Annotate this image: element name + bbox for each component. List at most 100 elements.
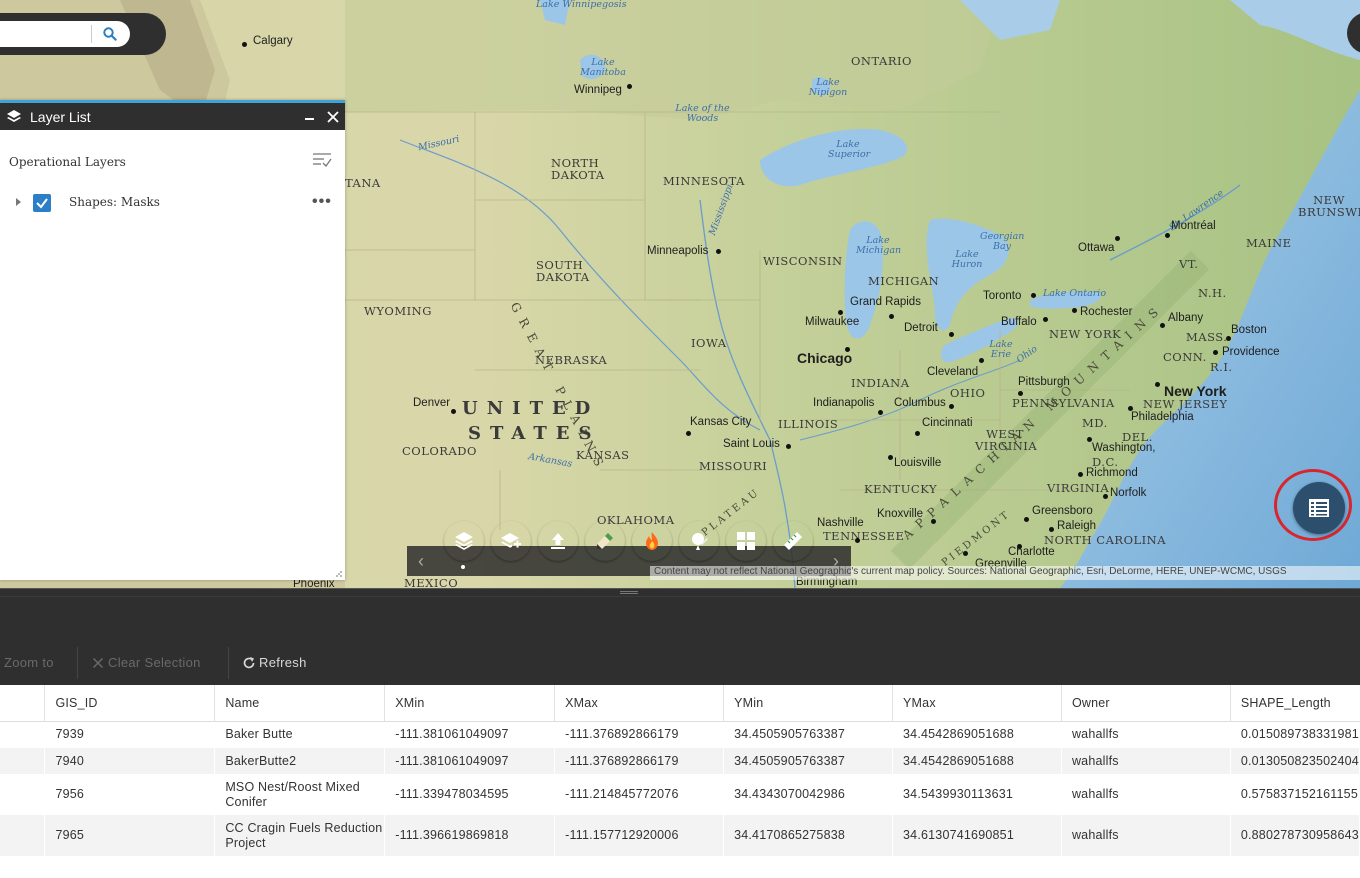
- layer-visibility-checkbox[interactable]: [33, 194, 51, 212]
- widget-button-draw[interactable]: [585, 521, 625, 561]
- map-label-state: CONN.: [1163, 350, 1207, 364]
- refresh-label: Refresh: [259, 655, 307, 670]
- map-label-city: Boston: [1231, 324, 1267, 336]
- draw-icon: [597, 533, 613, 549]
- column-header[interactable]: YMax: [892, 685, 1062, 722]
- layer-name: Shapes: Masks: [69, 195, 160, 209]
- map-label-city: Toronto: [983, 290, 1022, 302]
- table-cell: 7965: [55, 828, 85, 842]
- check-icon: [36, 198, 48, 209]
- map-label-city: Montréal: [1171, 220, 1216, 232]
- layer-row[interactable]: Shapes: Masks •••: [0, 191, 345, 215]
- table-cell: 34.4170865275838: [734, 828, 846, 842]
- widget-button-basemap[interactable]: [726, 521, 766, 561]
- map-label-state: N.H.: [1198, 286, 1227, 300]
- row-selector[interactable]: [0, 748, 45, 774]
- map-label-state: MEXICO: [404, 576, 459, 588]
- table-cell: -111.376892866179: [565, 753, 679, 768]
- map-view[interactable]: Lake Winnipegosis Lake Manitoba Lake of …: [0, 0, 1360, 588]
- attribute-table-button[interactable]: [1293, 482, 1345, 534]
- row-selector[interactable]: [0, 721, 45, 748]
- close-button[interactable]: [321, 105, 345, 129]
- layer-options-button[interactable]: [312, 151, 332, 174]
- table-row[interactable]: 7956 MSO Nest/Roost Mixed Conifer -111.3…: [0, 774, 1360, 815]
- widget-button-add-data[interactable]: [491, 521, 531, 561]
- map-label-water: Lake Erie: [989, 339, 1013, 360]
- map-label-state: INDIANA: [851, 376, 910, 390]
- map-label-city: Minneapolis: [647, 245, 709, 257]
- more-options-button[interactable]: •••: [312, 193, 332, 211]
- search-box: [0, 21, 130, 47]
- pencil-pin-icon: [692, 533, 708, 550]
- map-label-city: Nashville: [817, 517, 864, 529]
- attribute-table-toolbar: Zoom to Clear Selection Refresh: [0, 596, 1360, 685]
- refresh-button[interactable]: Refresh: [242, 655, 307, 670]
- table-cell: Baker Butte: [225, 727, 293, 742]
- map-label-city: Chicago: [797, 350, 853, 366]
- map-label-state: NORTH CAROLINA: [1044, 533, 1167, 547]
- search-input[interactable]: [0, 24, 88, 44]
- map-label-city: New York: [1164, 383, 1227, 399]
- search-widget: [0, 13, 166, 55]
- table-cell: 34.4542869051688: [903, 753, 1014, 768]
- row-selector[interactable]: [0, 815, 45, 856]
- table-cell: wahallfs: [1071, 828, 1119, 842]
- layer-list-header: Layer List: [0, 103, 345, 130]
- table-header-row: GIS_ID Name XMin XMax YMin YMax Owner SH…: [0, 685, 1360, 722]
- search-button[interactable]: [96, 24, 124, 44]
- table-cell: 34.4505905763387: [734, 753, 846, 768]
- widget-button-layer-list[interactable]: [444, 521, 484, 561]
- map-label-city: Kansas City: [690, 416, 752, 428]
- table-cell: -111.339478034595: [395, 787, 509, 801]
- row-selector[interactable]: [0, 774, 45, 815]
- table-row[interactable]: 7939 Baker Butte -111.381061049097 -111.…: [0, 721, 1360, 748]
- expand-icon[interactable]: [16, 198, 21, 206]
- table-row[interactable]: 7940 BakerButte2 -111.381061049097 -111.…: [0, 748, 1360, 774]
- column-header[interactable]: Name: [214, 685, 386, 722]
- map-label-city: Washington,: [1092, 442, 1156, 454]
- column-header[interactable]: XMin: [384, 685, 556, 722]
- table-cell: 34.6130741690851: [903, 828, 1014, 842]
- close-icon: [327, 110, 339, 123]
- widget-button-fire[interactable]: [632, 521, 672, 561]
- zoom-to-button[interactable]: Zoom to: [4, 655, 54, 670]
- widget-button-measure[interactable]: [773, 521, 813, 561]
- minimize-button[interactable]: [297, 105, 321, 129]
- table-cell: 34.4343070042986: [734, 787, 846, 801]
- dock-prev-button[interactable]: ‹: [413, 552, 429, 570]
- map-label-state: VIRGINIA: [1047, 481, 1110, 495]
- resize-handle-icon[interactable]: [335, 570, 343, 578]
- column-header[interactable]: XMax: [554, 685, 725, 722]
- layers-icon: [455, 532, 473, 550]
- clear-selection-button[interactable]: Clear Selection: [92, 655, 201, 670]
- map-label-city: Raleigh: [1057, 520, 1096, 532]
- dock-page-indicator: [461, 565, 465, 569]
- map-label-state: NEW JERSEY: [1143, 397, 1228, 411]
- table-cell: wahallfs: [1071, 787, 1119, 801]
- table-icon: [1309, 499, 1329, 517]
- table-cell: 34.4542869051688: [903, 727, 1014, 742]
- drag-handle-icon[interactable]: [620, 591, 638, 594]
- map-label-state: VT.: [1179, 257, 1199, 271]
- column-header[interactable]: Owner: [1061, 685, 1231, 722]
- column-header[interactable]: GIS_ID: [44, 685, 216, 722]
- ruler-icon: [784, 532, 802, 550]
- map-label-city: Ottawa: [1078, 242, 1115, 254]
- map-label-city: Saint Louis: [723, 438, 780, 450]
- column-header[interactable]: SHAPE_Length: [1230, 685, 1360, 722]
- panel-title: Layer List: [30, 108, 91, 125]
- map-label-city: Philadelphia: [1131, 411, 1194, 423]
- map-label-state: TANA: [345, 176, 381, 190]
- widget-button-markup[interactable]: [679, 521, 719, 561]
- column-header-select[interactable]: [0, 685, 46, 722]
- map-label-city: Norfolk: [1110, 487, 1147, 499]
- map-label-state: NEW BRUNSWICK: [1298, 193, 1360, 219]
- table-row[interactable]: 7965 CC Cragin Fuels Reduction Project -…: [0, 815, 1360, 856]
- map-label-state: ILLINOIS: [778, 417, 839, 431]
- section-title: Operational Layers: [9, 155, 126, 169]
- table-splitter[interactable]: [0, 588, 1360, 596]
- table-cell: 34.4505905763387: [734, 727, 846, 742]
- map-label-state: TENNESSEE: [823, 529, 905, 543]
- column-header[interactable]: YMin: [723, 685, 894, 722]
- widget-button-upload[interactable]: [538, 521, 578, 561]
